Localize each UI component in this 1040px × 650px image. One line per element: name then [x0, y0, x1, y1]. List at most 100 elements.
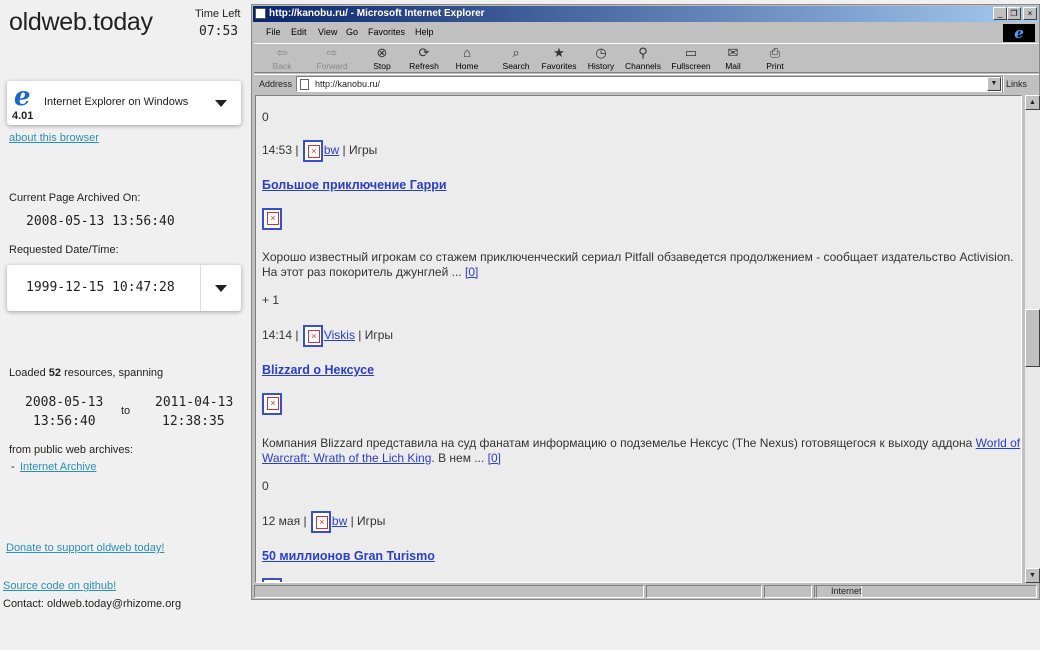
status-cell [764, 585, 812, 598]
title-bar[interactable]: http://kanobu.ru/ - Microsoft Internet E… [253, 6, 1038, 22]
scroll-thumb[interactable] [1025, 309, 1040, 367]
back-arrow-icon: ⇦ [276, 45, 288, 60]
time-left-label: Time Left [195, 8, 241, 20]
mail-button[interactable]: ✉ Mail [711, 45, 755, 73]
scroll-down-button[interactable]: ▼ [1025, 568, 1040, 583]
toolbar: ⇦ Back ⇨ Forward ⊗ Stop ⟳ Refresh ⌂ Home ⌕ Sea… [254, 43, 1039, 73]
donate-link[interactable]: Donate to support oldweb today! [6, 542, 164, 554]
article-excerpt: Компания Blizzard представила на суд фан… [262, 436, 1021, 465]
print-button[interactable]: ⎙ Print [753, 45, 797, 73]
menu-file[interactable]: File [266, 27, 281, 37]
comment-count: 0 [262, 110, 269, 124]
more-link[interactable]: [0] [488, 451, 501, 465]
article-title-link[interactable]: Большое приключение Гарри [262, 178, 447, 192]
contact-text: Contact: oldweb.today@rhizome.org [3, 598, 182, 610]
span-to-word: to [121, 405, 131, 417]
address-label: Address [259, 79, 293, 89]
window-title: http://kanobu.ru/ - Microsoft Internet E… [269, 8, 485, 19]
status-bar: Internet [254, 584, 1039, 599]
ie-logo-icon: e 4.01 [12, 82, 34, 122]
favorites-icon: ★ [553, 45, 565, 60]
forward-button[interactable]: ⇨ Forward [310, 45, 354, 73]
about-browser-link[interactable]: about this browser [9, 132, 99, 144]
more-link[interactable]: [0] [465, 265, 478, 279]
source-code-link[interactable]: Source code on github! [3, 580, 116, 592]
menu-help[interactable]: Help [415, 27, 434, 37]
status-zone: Internet [816, 585, 1037, 598]
search-button[interactable]: ⌕ Search [494, 45, 538, 73]
vertical-scrollbar[interactable]: ▲ ▼ [1025, 95, 1040, 583]
scroll-up-button[interactable]: ▲ [1025, 95, 1040, 110]
sidebar: oldweb.today Time Left 07:53 e 4.01 Inte… [0, 0, 250, 650]
rating-text: + 1 [262, 293, 280, 307]
internet-archive-link[interactable]: Internet Archive [20, 461, 96, 473]
chevron-down-icon[interactable]: ▼ [987, 77, 1001, 91]
links-button[interactable]: Links [1006, 79, 1027, 89]
address-bar: Address http://kanobu.ru/ ▼ Links [254, 74, 1039, 92]
refresh-button[interactable]: ⟳ Refresh [402, 45, 446, 73]
archives-label: from public web archives: [9, 444, 134, 456]
broken-image-icon [262, 208, 282, 230]
mail-icon: ✉ [727, 45, 739, 60]
browser-version: 4.01 [12, 110, 34, 122]
menu-bar: File Edit View Go Favorites Help [254, 23, 998, 43]
status-text [254, 585, 644, 598]
broken-image-icon [302, 140, 323, 162]
address-input[interactable]: http://kanobu.ru/ ▼ [296, 76, 1002, 92]
span-to-time: 12:38:35 [162, 414, 225, 429]
fullscreen-icon: ▭ [684, 45, 698, 60]
requested-label: Requested Date/Time: [9, 244, 119, 256]
loaded-count: 52 [48, 367, 62, 379]
comment-count: 0 [262, 479, 269, 493]
broken-image-icon [262, 393, 282, 415]
article-title-link[interactable]: Blizzard о Нексусе [262, 363, 374, 377]
status-progress [646, 585, 762, 598]
requested-date-value: 1999-12-15 10:47:28 [26, 280, 175, 295]
author-link[interactable]: bw [332, 514, 347, 528]
refresh-icon: ⟳ [418, 45, 430, 60]
fullscreen-button[interactable]: ▭ Fullscreen [669, 45, 713, 73]
divider [1002, 76, 1004, 92]
span-to-date: 2011-04-13 [155, 395, 234, 410]
menu-view[interactable]: View [318, 27, 337, 37]
archive-bullet: - [11, 461, 15, 473]
browser-selector[interactable]: e 4.01 Internet Explorer on Windows [7, 81, 241, 125]
date-selector[interactable]: 1999-12-15 10:47:28 [7, 265, 241, 311]
address-value: http://kanobu.ru/ [315, 79, 381, 89]
author-link[interactable]: bw [324, 143, 339, 157]
home-icon: ⌂ [463, 45, 471, 60]
home-button[interactable]: ⌂ Home [445, 45, 489, 73]
history-button[interactable]: ◷ History [579, 45, 623, 73]
broken-image-icon [302, 325, 323, 347]
stop-icon: ⊗ [376, 45, 388, 60]
archived-label: Current Page Archived On: [9, 192, 141, 204]
article-title-link[interactable]: 50 миллионов Gran Turismo [262, 549, 435, 563]
span-from-date: 2008-05-13 [25, 395, 104, 410]
history-icon: ◷ [595, 45, 607, 60]
channels-button[interactable]: ⚲ Channels [621, 45, 665, 73]
print-icon: ⎙ [769, 45, 781, 60]
back-button[interactable]: ⇦ Back [260, 45, 304, 73]
site-logo[interactable]: oldweb.today [9, 8, 153, 37]
broken-image-icon [262, 578, 282, 582]
minimize-button[interactable]: _ [993, 7, 1007, 20]
ie-window: http://kanobu.ru/ - Microsoft Internet E… [251, 4, 1040, 600]
stop-button[interactable]: ⊗ Stop [360, 45, 404, 73]
chevron-down-icon[interactable] [215, 285, 227, 292]
favorites-button[interactable]: ★ Favorites [537, 45, 581, 73]
chevron-down-icon[interactable] [215, 100, 227, 107]
span-from-time: 13:56:40 [33, 414, 96, 429]
menu-favorites[interactable]: Favorites [368, 27, 405, 37]
menu-edit[interactable]: Edit [291, 27, 307, 37]
page-icon [255, 8, 266, 19]
menu-go[interactable]: Go [346, 27, 358, 37]
loaded-summary: Loaded 52 resources, spanning [9, 367, 164, 379]
search-icon: ⌕ [512, 45, 520, 60]
channels-icon: ⚲ [638, 45, 648, 60]
archived-value: 2008-05-13 13:56:40 [26, 214, 175, 229]
maximize-button[interactable]: ❐ [1007, 7, 1021, 20]
close-button[interactable]: × [1023, 7, 1037, 20]
divider [200, 265, 201, 311]
author-link[interactable]: Viskis [324, 328, 355, 342]
article-meta: 12 мая | bw | Игры [262, 511, 385, 533]
